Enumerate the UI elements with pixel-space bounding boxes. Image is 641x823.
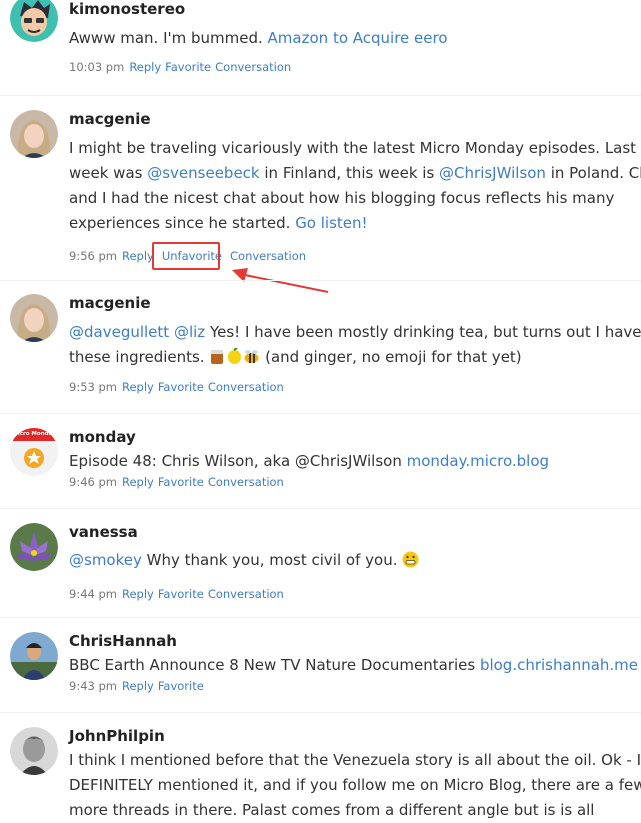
reply-link[interactable]: Reply <box>122 249 154 263</box>
favorite-link[interactable]: Favorite <box>158 475 204 489</box>
avatar[interactable] <box>10 632 58 680</box>
username[interactable]: JohnPhilpin <box>69 727 635 745</box>
username[interactable]: macgenie <box>69 110 635 128</box>
mention-link[interactable]: @davegullett <box>69 323 169 341</box>
favorite-link[interactable]: Favorite <box>158 679 204 693</box>
post-text: I think I mentioned before that the Vene… <box>69 751 641 819</box>
conversation-link[interactable]: Conversation <box>230 249 306 263</box>
bee-icon <box>244 350 259 363</box>
timestamp[interactable]: 9:56 pm <box>69 249 117 263</box>
conversation-link[interactable]: Conversation <box>208 380 284 394</box>
post-link[interactable]: blog.chrishannah.me <box>480 656 638 674</box>
avatar-label: Micro Monday <box>12 431 56 437</box>
post-text: @smokey Why thank you, most civil of you… <box>69 548 635 573</box>
avatar[interactable] <box>10 0 58 42</box>
username[interactable]: monday <box>69 428 635 446</box>
divider <box>0 95 641 96</box>
favorite-link[interactable]: Favorite <box>158 380 204 394</box>
post-text: Episode 48: Chris Wilson, aka @ChrisJWil… <box>69 452 550 470</box>
grin-emoji-icon <box>402 551 419 568</box>
avatar[interactable]: Micro Monday <box>10 428 58 476</box>
divider <box>0 508 641 509</box>
post-link[interactable]: Amazon to Acquire eero <box>268 29 448 47</box>
favorite-link[interactable]: Favorite <box>158 587 204 601</box>
mention-link[interactable]: @ChrisJWilson <box>439 164 546 182</box>
reply-link[interactable]: Reply <box>129 60 161 74</box>
timestamp[interactable]: 9:43 pm <box>69 679 117 693</box>
reply-link[interactable]: Reply <box>122 475 154 489</box>
arrow-annotation <box>232 268 329 293</box>
reply-link[interactable]: Reply <box>122 679 154 693</box>
conversation-link[interactable]: Conversation <box>208 587 284 601</box>
username[interactable]: kimonostereo <box>69 0 635 18</box>
mention-link[interactable]: @smokey <box>69 551 142 569</box>
bourbon-glass-icon <box>211 350 224 364</box>
timestamp[interactable]: 10:03 pm <box>69 60 124 74</box>
post-text: I might be traveling vicariously with th… <box>69 139 641 232</box>
divider <box>0 280 641 281</box>
avatar[interactable] <box>10 294 58 342</box>
conversation-link[interactable]: Conversation <box>208 475 284 489</box>
reply-link[interactable]: Reply <box>122 587 154 601</box>
divider <box>0 413 641 414</box>
mention-link[interactable]: @liz <box>174 323 205 341</box>
divider <box>0 712 641 713</box>
highlight-box <box>152 242 220 270</box>
post-meta: 10:03 pm Reply Favorite Conversation <box>69 60 635 75</box>
avatar[interactable] <box>10 110 58 158</box>
conversation-link[interactable]: Conversation <box>215 60 291 74</box>
post-meta: 9:53 pm Reply Favorite Conversation <box>69 380 635 395</box>
username[interactable]: vanessa <box>69 523 635 541</box>
post-meta: 9:43 pm Reply Favorite <box>69 679 635 694</box>
timestamp[interactable]: 9:44 pm <box>69 587 117 601</box>
post-meta: 9:44 pm Reply Favorite Conversation <box>69 587 635 602</box>
lemon-icon <box>228 348 242 364</box>
post-link[interactable]: monday.micro.blog <box>407 452 549 470</box>
post-text: @davegullett @liz Yes! I have been mostl… <box>69 323 641 366</box>
avatar[interactable] <box>10 523 58 571</box>
divider <box>0 617 641 618</box>
post-link[interactable]: Go listen! <box>295 214 367 232</box>
avatar[interactable] <box>10 727 58 775</box>
timestamp[interactable]: 9:53 pm <box>69 380 117 394</box>
username[interactable]: macgenie <box>69 294 635 312</box>
timestamp[interactable]: 9:46 pm <box>69 475 117 489</box>
post-text: BBC Earth Announce 8 New TV Nature Docum… <box>69 656 639 674</box>
username[interactable]: ChrisHannah <box>69 632 635 650</box>
mention-link[interactable]: @svenseebeck <box>147 164 259 182</box>
post-meta: 9:46 pm Reply Favorite Conversation <box>69 475 635 490</box>
favorite-link[interactable]: Favorite <box>165 60 211 74</box>
reply-link[interactable]: Reply <box>122 380 154 394</box>
post-text: Awww man. I'm bummed. Amazon to Acquire … <box>69 29 448 47</box>
